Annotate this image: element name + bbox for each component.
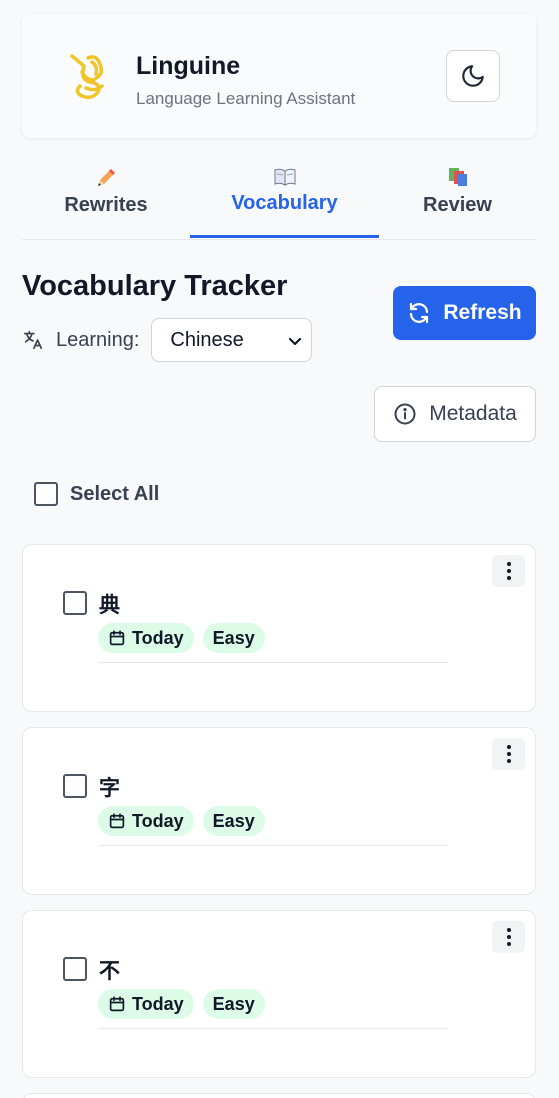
more-vertical-icon [506,928,511,946]
select-all-label[interactable]: Select All [70,483,159,506]
card-divider [98,662,448,663]
difficulty-badge: Easy [202,806,265,836]
tab-review-label: Review [423,194,492,216]
pencil-icon [22,166,190,195]
card-divider [98,845,448,846]
difficulty-badge: Easy [202,623,265,653]
metadata-label: Metadata [429,402,517,425]
card-divider [98,1028,448,1029]
page-title: Vocabulary Tracker [22,270,288,302]
select-all-checkbox[interactable] [34,482,58,506]
tab-rewrites-label: Rewrites [64,194,148,216]
translate-icon [23,330,43,350]
card-badges: Today Easy [98,989,265,1019]
cards-icon [379,166,536,193]
refresh-label: Refresh [443,301,522,324]
tab-bar: Rewrites Vocabulary Review [22,150,536,240]
card-badges: Today Easy [98,806,265,836]
date-badge-label: Today [132,810,184,831]
language-row: Learning: Chinese [22,318,313,362]
tab-rewrites[interactable]: Rewrites [22,150,190,240]
active-tab-indicator [190,235,379,238]
difficulty-badge-label: Easy [212,627,255,648]
calendar-icon [109,813,125,829]
date-badge: Today [98,623,194,653]
difficulty-badge-label: Easy [212,810,255,831]
chevron-down-icon [289,337,302,346]
tab-vocabulary[interactable]: Vocabulary [190,150,379,240]
app-title: Linguine [136,52,241,80]
card-checkbox[interactable] [63,957,87,981]
date-badge: Today [98,989,194,1019]
difficulty-badge: Easy [202,989,265,1019]
calendar-icon [109,630,125,646]
card-checkbox[interactable] [63,774,87,798]
more-vertical-icon [506,562,511,580]
vocab-word: 字 [99,776,120,800]
vocab-word: 典 [99,593,120,617]
learning-label: Learning: [56,328,140,351]
card-menu-button[interactable] [492,738,525,770]
vocab-card: 字 Today Easy [22,727,536,895]
vocab-card: 不 Today Easy [22,910,536,1078]
theme-toggle-button[interactable] [446,50,500,102]
info-icon [394,403,416,425]
language-select-value: Chinese [170,328,244,351]
more-vertical-icon [506,745,511,763]
app-subtitle: Language Learning Assistant [136,89,356,108]
vocab-card [22,1093,536,1098]
moon-icon [462,65,484,87]
refresh-button[interactable]: Refresh [393,286,536,340]
vocab-word: 不 [99,959,120,983]
card-menu-button[interactable] [492,555,525,587]
language-select[interactable]: Chinese [151,318,313,362]
date-badge-label: Today [132,993,184,1014]
card-menu-button[interactable] [492,921,525,953]
calendar-icon [109,996,125,1012]
card-badges: Today Easy [98,623,265,653]
app-header: Linguine Language Learning Assistant [22,14,536,138]
card-checkbox[interactable] [63,591,87,615]
book-icon [190,166,379,193]
date-badge-label: Today [132,627,184,648]
metadata-button[interactable]: Metadata [374,386,536,442]
vocab-card: 典 Today Easy [22,544,536,712]
tab-review[interactable]: Review [379,150,536,240]
date-badge: Today [98,806,194,836]
difficulty-badge-label: Easy [212,993,255,1014]
tab-vocabulary-label: Vocabulary [231,192,338,214]
select-all-row: Select All [34,482,159,506]
linguine-logo-icon [70,54,104,100]
refresh-icon [410,302,429,324]
